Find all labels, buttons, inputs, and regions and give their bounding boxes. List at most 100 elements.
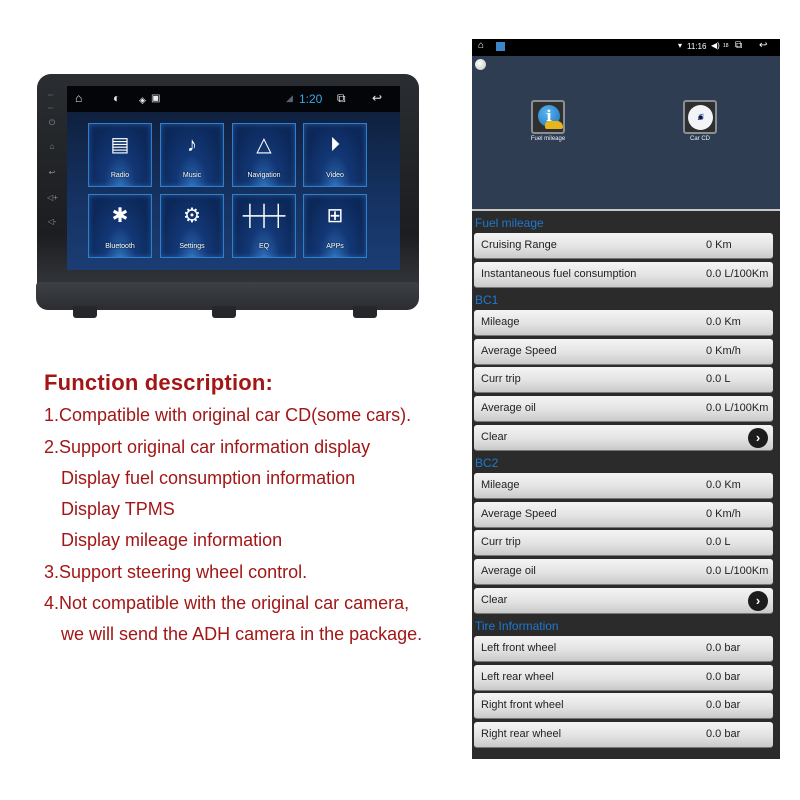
app-label: Car CD <box>689 136 710 142</box>
volume-down-icon[interactable]: ◁- <box>47 217 57 227</box>
tile-radio[interactable]: ▤ Radio <box>88 123 152 187</box>
equalizer-icon: ┼┼┼ <box>242 205 286 227</box>
back-icon[interactable]: ↩ <box>47 168 57 178</box>
row-label: Curr trip <box>481 536 521 549</box>
car-info-status-bar: ⌂ ▾ 11:16 ◀) 18 ⧉ ↩ <box>472 39 780 56</box>
row-value: 0 Km/h <box>706 344 741 357</box>
mounting-tab-right <box>353 306 377 318</box>
tile-apps[interactable]: ⊞ APPs <box>303 194 367 258</box>
clear-button[interactable]: Clear › <box>474 587 773 614</box>
info-row[interactable]: Instantaneous fuel consumption 0.0 L/100K… <box>474 261 773 288</box>
volume-level: 18 <box>723 43 729 49</box>
row-value: 0 Km/h <box>706 507 741 520</box>
chevron-right-icon[interactable]: › <box>748 427 768 448</box>
row-label: Curr trip <box>481 373 521 386</box>
row-value: 0 Km <box>706 239 732 251</box>
section-header: BC2 <box>475 456 499 471</box>
back-arrow-icon[interactable]: ↩ <box>372 91 382 105</box>
chevron-right-icon[interactable]: › <box>748 590 768 611</box>
row-label: Mileage <box>481 316 520 329</box>
home-icon[interactable]: ⌂ <box>47 142 57 152</box>
app-grid-icon: ⊞ <box>326 205 344 227</box>
row-label: Average oil <box>481 565 536 577</box>
app-label: Fuel mileage <box>530 136 566 142</box>
description-line: 1.Compatible with original car CD(some c… <box>44 405 412 425</box>
row-label: Mileage <box>481 479 520 492</box>
info-row[interactable]: Curr trip 0.0 L <box>474 530 773 557</box>
row-label: Right rear wheel <box>481 728 562 740</box>
volume-up-icon[interactable]: ◁+ <box>47 193 58 203</box>
floating-assist-button[interactable] <box>475 59 486 70</box>
tile-label: Navigation <box>247 172 281 179</box>
car-apps-home: i Fuel mileage ♫ Car CD <box>472 56 780 211</box>
mic-label: MIC <box>48 93 54 97</box>
home-outline-icon[interactable]: ⌂ <box>478 40 484 51</box>
row-value: 0.0 Km <box>706 479 741 492</box>
image-icon: ▣ <box>151 93 161 104</box>
description-line: 4.Not compatible with the original car c… <box>44 593 410 613</box>
tile-settings[interactable]: ⚙ Settings <box>160 194 224 258</box>
description-line: Display mileage information <box>61 530 283 550</box>
info-row[interactable]: Curr trip 0.0 L <box>474 367 773 394</box>
navigation-arrow-icon: △ <box>256 134 272 156</box>
tile-label: Video <box>326 172 344 179</box>
info-row[interactable]: Right rear wheel 0.0 bar <box>474 722 773 748</box>
recent-apps-icon[interactable]: ⧉ <box>337 91 346 105</box>
bluetooth-icon: ✱ <box>111 205 129 227</box>
row-label: Cruising Range <box>481 239 557 251</box>
description-line: Display fuel consumption information <box>61 468 356 488</box>
row-value: 0.0 L <box>706 373 731 386</box>
volume-icon: ◀) <box>711 41 720 50</box>
row-label: Average Speed <box>481 507 557 520</box>
clock: 1:20 <box>299 92 323 106</box>
info-row[interactable]: Mileage 0.0 Km <box>474 310 773 337</box>
reset-button[interactable]: RST <box>48 106 54 110</box>
tile-label: Radio <box>110 172 130 179</box>
back-arrow-icon[interactable]: ↩ <box>759 40 767 51</box>
info-row[interactable]: Left front wheel 0.0 bar <box>474 636 773 663</box>
tile-label: Settings <box>179 243 205 250</box>
signal-icon: ◢ <box>286 93 293 103</box>
tile-label: Music <box>182 172 202 179</box>
info-row[interactable]: Average Speed 0 Km/h <box>474 501 773 528</box>
description-line: 2.Support original car information displ… <box>44 437 371 457</box>
notification-app-icon <box>496 42 505 51</box>
row-value: 0.0 bar <box>706 642 741 655</box>
clock: 11:16 <box>687 42 707 51</box>
tile-video[interactable]: ⏵ Video <box>303 123 367 187</box>
description-line: Display TPMS <box>61 499 175 519</box>
info-row[interactable]: Average oil 0.0 L/100Km <box>474 396 773 422</box>
description-line: 3.Support steering wheel control. <box>44 562 308 582</box>
home-outline-icon[interactable]: ⌂ <box>75 91 82 105</box>
row-label: Right front wheel <box>481 699 564 712</box>
tile-eq[interactable]: ┼┼┼ EQ <box>232 194 296 258</box>
description-line: we will send the ADH camera in the packa… <box>61 624 423 644</box>
brightness-icon[interactable]: ◐ <box>113 91 120 105</box>
info-row[interactable]: Right front wheel 0.0 bar <box>474 693 773 720</box>
tile-navigation[interactable]: △ Navigation <box>232 123 296 187</box>
recent-apps-icon[interactable]: ⧉ <box>735 40 742 51</box>
section-header: BC1 <box>475 293 499 308</box>
tile-bluetooth[interactable]: ✱ Bluetooth <box>88 194 152 258</box>
info-row[interactable]: Cruising Range 0 Km <box>474 233 773 259</box>
row-value: 0.0 L <box>706 536 731 549</box>
info-row[interactable]: Left rear wheel 0.0 bar <box>474 664 773 691</box>
car-cd-app[interactable]: ♫ <box>683 100 717 134</box>
info-row[interactable]: Mileage 0.0 Km <box>474 473 773 500</box>
clear-button[interactable]: Clear › <box>474 424 773 451</box>
wifi-icon: ▾ <box>678 41 683 50</box>
row-label: Clear <box>481 593 508 606</box>
row-label: Left rear wheel <box>481 670 554 683</box>
gear-icon: ⚙ <box>183 205 201 227</box>
play-circle-icon: ⏵ <box>330 134 340 156</box>
tile-label: EQ <box>258 243 270 250</box>
row-label: Left front wheel <box>481 642 557 655</box>
row-value: 0.0 Km <box>706 316 741 329</box>
fuel-mileage-app[interactable]: i <box>531 100 565 134</box>
tile-music[interactable]: ♪ Music <box>160 123 224 187</box>
info-row[interactable]: Average oil 0.0 L/100Km <box>474 559 773 585</box>
info-row[interactable]: Average Speed 0 Km/h <box>474 338 773 365</box>
power-icon[interactable]: ⏻ <box>47 118 57 128</box>
section-header: Fuel mileage <box>475 216 544 230</box>
head-unit-screen: ⌂ ◐ ◈ ▣ ◢ 1:20 ⧉ ↩ ▤ Radio ♪ Music △ Nav… <box>67 86 400 270</box>
